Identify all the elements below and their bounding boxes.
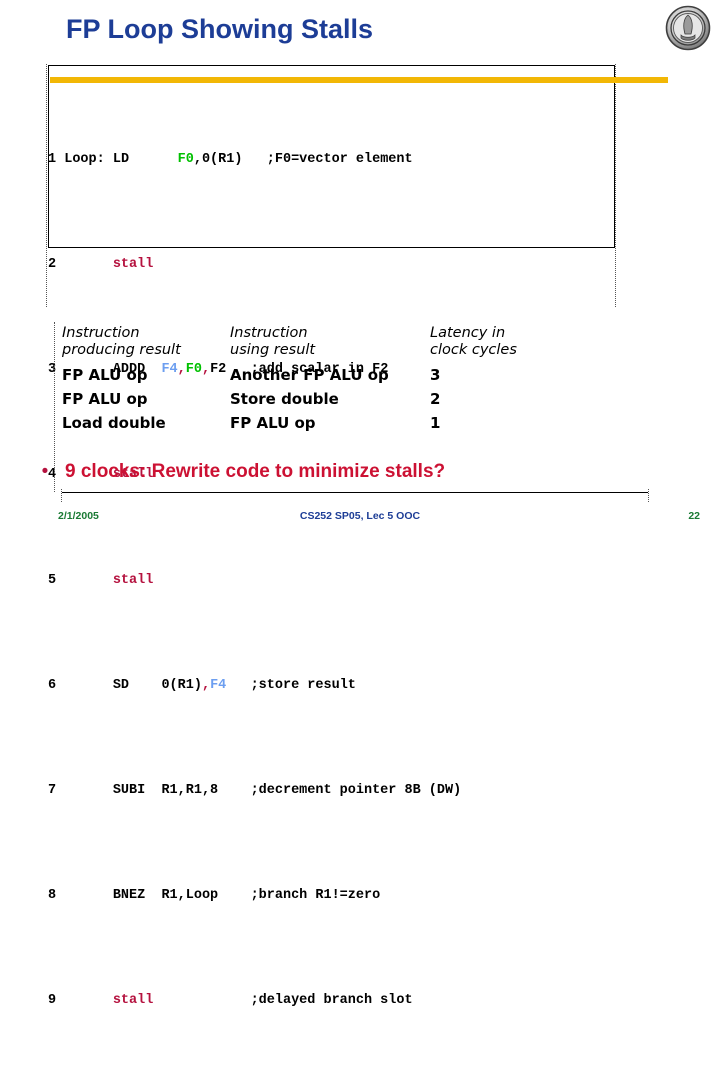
code-line-8-number: 8 [48,888,57,904]
code-line-5-number: 5 [48,572,57,588]
code-line-6-address: 0(R1) [161,677,202,693]
code-line-6-reg-f4: F4 [210,677,227,693]
summary-bullet-text: 9 clocks: Rewrite code to minimize stall… [65,461,446,482]
table-header-using: Instruction using result [230,325,430,359]
code-line-6-op: SD [112,677,130,693]
code-line-1: 1 Loop: LD F0,0(R1) ;F0=vector element [48,147,648,173]
uc-berkeley-seal-icon [664,4,712,52]
table-row: FP ALU op Another FP ALU op 3 [62,363,622,387]
code-line-6-comma: , [201,677,211,693]
table-header-producing-line2: producing result [62,342,181,358]
table-cell-producing: FP ALU op [62,390,148,408]
table-row: Load double FP ALU op 1 [62,411,622,435]
code-line-8-comment: ;branch R1!=zero [250,888,381,904]
code-line-1-reg-f0: F0 [177,151,194,167]
code-line-1-op: LD [112,151,130,167]
code-line-6: 6 SD 0(R1),F4 ;store result [48,673,648,699]
code-line-8-op: BNEZ [112,888,146,904]
code-line-5-stall: stall [112,572,154,588]
code-line-1-operand: ,0(R1) [193,151,243,167]
code-line-7-op: SUBI [112,783,146,799]
table-cell-latency: 3 [430,366,441,384]
table-cell-using: Another FP ALU op [230,366,389,384]
code-line-9-number: 9 [48,993,57,1009]
code-line-6-comment: ;store result [250,677,356,693]
code-line-9-stall: stall [112,993,154,1009]
table-header-latency-line2: clock cycles [430,342,517,358]
code-line-8-args: R1,Loop [161,888,219,904]
table-header-latency-line1: Latency in [430,325,506,341]
page-title: FP Loop Showing Stalls [66,14,374,44]
code-line-7-number: 7 [48,783,57,799]
code-line-9: 9 stall ;delayed branch slot [48,988,648,1014]
code-line-9-comment: ;delayed branch slot [250,993,413,1009]
code-line-7-args: R1,R1,8 [161,783,219,799]
assembly-code-listing: 1 Loop: LD F0,0(R1) ;F0=vector element 2… [48,68,648,1067]
bullet-marker-icon: • [41,461,49,482]
table-cell-using: Store double [230,390,339,408]
code-line-8: 8 BNEZ R1,Loop ;branch R1!=zero [48,883,648,909]
table-header-producing: Instruction producing result [62,325,230,359]
footer-page-number: 22 [688,510,700,522]
code-line-6-number: 6 [48,677,57,693]
code-line-7: 7 SUBI R1,R1,8 ;decrement pointer 8B (DW… [48,778,648,804]
latency-table: Instruction producing result Instruction… [62,325,622,435]
table-header-latency: Latency in clock cycles [430,325,590,359]
table-cell-producing: FP ALU op [62,366,148,384]
table-header-using-line2: using result [230,342,316,358]
code-line-2: 2 stall [48,252,648,278]
table-header-using-line1: Instruction [230,325,308,341]
code-line-1-number: 1 [48,151,57,167]
code-line-2-number: 2 [48,257,57,273]
table-cell-using: FP ALU op [230,414,316,432]
code-line-5: 5 stall [48,568,648,594]
code-line-2-stall: stall [112,257,154,273]
table-header-producing-line1: Instruction [62,325,140,341]
table-row: FP ALU op Store double 2 [62,387,622,411]
table-cell-latency: 1 [430,414,441,432]
table-cell-latency: 2 [430,390,441,408]
table-cell-producing: Load double [62,414,166,432]
code-line-1-label: Loop: [64,151,105,167]
code-line-1-comment: ;F0=vector element [266,151,413,167]
table-header-row: Instruction producing result Instruction… [62,325,622,363]
footer-divider [61,489,649,502]
summary-bullet: • 9 clocks: Rewrite code to minimize sta… [34,461,634,483]
code-line-7-comment: ;decrement pointer 8B (DW) [250,783,462,799]
